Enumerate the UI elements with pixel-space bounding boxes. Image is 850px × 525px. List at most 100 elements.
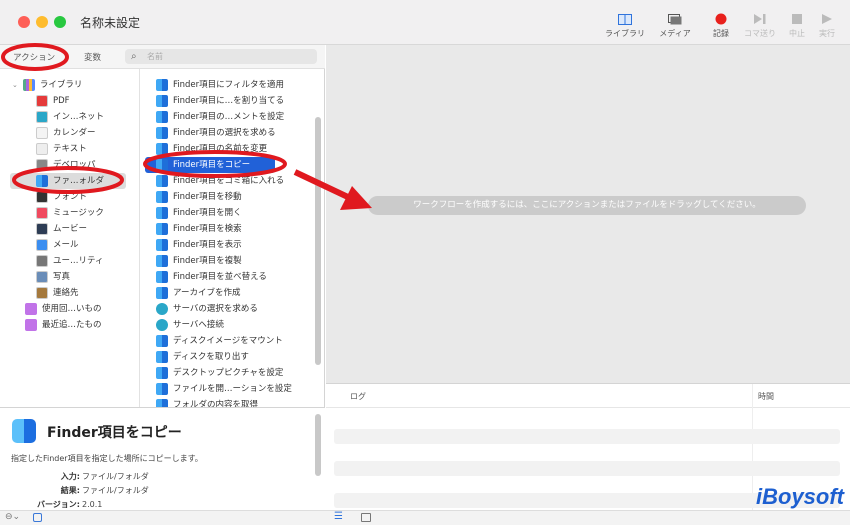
action-icon [156, 175, 168, 187]
tab-variables[interactable]: 変数 [84, 51, 101, 63]
action-item[interactable]: Finder項目をコピー [145, 157, 275, 173]
action-menu-icon[interactable]: ⊖⌄ [5, 512, 20, 522]
chevron-down-icon: ⌄ [12, 81, 18, 89]
actions-list: Finder項目にフィルタを適用 Finder項目に…を割り当てる Finder項目… [141, 69, 325, 411]
time-column-header[interactable]: 時間 [758, 391, 774, 402]
action-icon [156, 223, 168, 235]
action-item[interactable]: Finder項目を移動 [156, 189, 242, 205]
action-item[interactable]: デスクトップピクチャを設定 [156, 365, 283, 381]
description-toggle-icon[interactable] [33, 513, 42, 522]
action-icon [156, 79, 168, 91]
split-view-icon[interactable] [361, 513, 371, 522]
library-item-label: ミュージック [53, 208, 104, 218]
action-item[interactable]: Finder項目を複製 [156, 253, 242, 269]
library-button[interactable]: ライブラリ [600, 10, 650, 39]
iboysoft-watermark: iBoysoft [756, 484, 844, 509]
library-item-icon [36, 111, 48, 123]
action-label: サーバの選択を求める [173, 304, 258, 314]
library-item[interactable]: フォント [36, 189, 87, 205]
library-item[interactable]: ファ…ォルダ [10, 173, 126, 189]
action-label: Finder項目を複製 [173, 256, 242, 266]
library-item-label: PDF [53, 96, 70, 106]
actions-scrollbar[interactable] [315, 117, 321, 365]
action-label: Finder項目を検索 [173, 224, 242, 234]
library-item-icon [36, 287, 48, 299]
library-item-icon [36, 191, 48, 203]
media-button[interactable]: メディア [650, 10, 700, 39]
library-item[interactable]: ユー…リティ [36, 253, 104, 269]
library-item[interactable]: ミュージック [36, 205, 104, 221]
library-icon [22, 79, 35, 91]
library-item[interactable]: 連絡先 [36, 285, 79, 301]
bottom-bar: ⊖⌄ ☰ [0, 510, 850, 525]
smart-folder-item[interactable]: 使用回…いもの [25, 301, 102, 317]
library-item-label: ムービー [53, 224, 88, 234]
action-item[interactable]: Finder項目に…を割り当てる [156, 93, 284, 109]
pane-tabs: アクション 変数 ⌕ 名前 [0, 45, 325, 69]
library-item[interactable]: イン…ネット [36, 109, 104, 125]
action-item[interactable]: サーバへ接続 [156, 317, 224, 333]
log-pane: ログ 時間 iBoysoft [326, 383, 850, 511]
library-root[interactable]: ⌄ ライブラリ [12, 77, 82, 93]
action-icon [156, 127, 168, 139]
library-item[interactable]: 写真 [36, 269, 70, 285]
library-item[interactable]: カレンダー [36, 125, 96, 141]
action-icon [156, 319, 168, 331]
log-header: ログ 時間 [326, 384, 850, 511]
action-label: ディスクを取り出す [173, 352, 249, 362]
library-item-icon [36, 95, 48, 107]
action-item[interactable]: Finder項目の選択を求める [156, 125, 276, 141]
action-label: Finder項目にフィルタを適用 [173, 80, 284, 90]
search-input[interactable]: ⌕ 名前 [125, 49, 317, 64]
log-column-header[interactable]: ログ [350, 391, 366, 402]
action-item[interactable]: Finder項目を開く [156, 205, 242, 221]
action-item[interactable]: アーカイブを作成 [156, 285, 241, 301]
close-button[interactable] [18, 16, 30, 28]
library-item[interactable]: メール [36, 237, 79, 253]
action-item[interactable]: Finder項目を検索 [156, 221, 242, 237]
input-label: 入力: [60, 472, 80, 481]
library-item-label: 写真 [53, 272, 71, 282]
action-item[interactable]: Finder項目をゴミ箱に入れる [156, 173, 284, 189]
smart-folder-label: 最近追…たもの [42, 320, 102, 330]
library-item[interactable]: デベロッパ [36, 157, 96, 173]
library-item[interactable]: ムービー [36, 221, 87, 237]
library-item-icon [36, 207, 48, 219]
library-item-label: デベロッパ [53, 160, 96, 170]
description-values: ファイル/フォルダ ファイル/フォルダ 2.0.1 [82, 470, 149, 512]
action-item[interactable]: Finder項目を並べ替える [156, 269, 267, 285]
action-item[interactable]: ディスクイメージをマウント [156, 333, 283, 349]
action-label: Finder項目を並べ替える [173, 272, 267, 282]
run-button[interactable]: 実行 [802, 10, 850, 39]
action-item[interactable]: ファイルを開…ーションを設定 [156, 381, 292, 397]
list-view-icon[interactable]: ☰ [334, 511, 343, 522]
action-icon [156, 351, 168, 363]
workflow-area[interactable]: ワークフローを作成するには、ここにアクションまたはファイルをドラッグしてください… [326, 45, 850, 383]
library-item-icon [36, 223, 48, 235]
action-item[interactable]: Finder項目の…メントを設定 [156, 109, 284, 125]
action-item[interactable]: Finder項目にフィルタを適用 [156, 77, 284, 93]
smart-folder-item[interactable]: 最近追…たもの [25, 317, 102, 333]
action-label: Finder項目の選択を求める [173, 128, 276, 138]
library-item[interactable]: テキスト [36, 141, 87, 157]
library-item-icon [36, 239, 48, 251]
record-label: 記録 [713, 29, 729, 38]
smart-folder-icon [25, 303, 37, 315]
log-row [334, 461, 840, 476]
title-bar: 名称未設定 ライブラリ メディア 記録 コマ送り 中止 実行 [0, 0, 850, 45]
run-label: 実行 [819, 29, 835, 38]
library-item[interactable]: PDF [36, 93, 70, 109]
action-item[interactable]: ディスクを取り出す [156, 349, 249, 365]
media-icon [650, 10, 700, 28]
zoom-button[interactable] [54, 16, 66, 28]
action-item[interactable]: Finder項目を表示 [156, 237, 242, 253]
action-label: Finder項目に…を割り当てる [173, 96, 285, 106]
library-root-label: ライブラリ [39, 80, 83, 90]
result-value: ファイル/フォルダ [82, 486, 149, 495]
action-item[interactable]: Finder項目の名前を変更 [156, 141, 267, 157]
action-item[interactable]: サーバの選択を求める [156, 301, 258, 317]
minimize-button[interactable] [36, 16, 48, 28]
action-label: ディスクイメージをマウント [173, 336, 283, 346]
description-scrollbar[interactable] [315, 414, 321, 476]
tab-actions[interactable]: アクション [13, 51, 55, 63]
